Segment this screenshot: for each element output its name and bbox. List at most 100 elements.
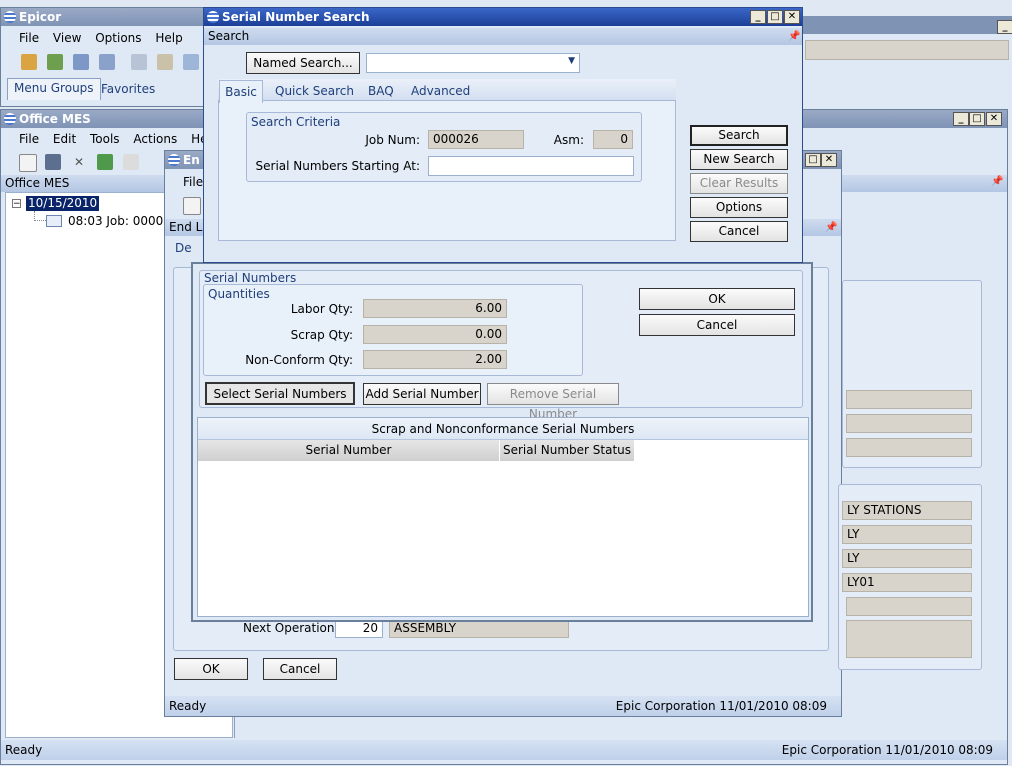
nonconform-qty-field: 2.00 [363,350,507,369]
office-mes-menu-edit[interactable]: Edit [53,132,76,146]
background-right-field [805,40,1009,60]
epicor-menu-options[interactable]: Options [95,31,141,45]
tree-node-date[interactable]: 10/15/2010 [26,196,100,211]
scrap-qty-label: Scrap Qty: [290,328,353,342]
export-icon[interactable] [47,54,63,70]
epicor-titlebar: Epicor [1,8,209,26]
office-mes-menu-tools[interactable]: Tools [90,132,120,146]
labor-qty-label: Labor Qty: [290,302,353,316]
tree-expand-icon[interactable]: − [12,199,21,209]
menu-groups-tab[interactable]: Menu Groups [7,78,101,100]
options-button[interactable]: Options [690,197,788,218]
end-labor-panel-title: End L [169,220,203,234]
right-field-empty [846,597,972,616]
epicor-window: Epicor File View Options Help Menu Group… [0,7,210,107]
new-search-button[interactable]: New Search [690,149,788,170]
office-mes-close-icon[interactable]: ✕ [986,112,1002,126]
end-labor-title: En [183,153,200,167]
end-labor-menu-file[interactable]: File [183,175,203,189]
card-icon[interactable] [73,54,89,70]
epicor-menubar: File View Options Help [1,28,209,48]
office-mes-right-field-b [846,414,972,433]
epicor-menu-file[interactable]: File [19,31,39,45]
serial-grid: Scrap and Nonconformance Serial Numbers … [197,417,809,617]
end-labor-maximize-icon[interactable]: □ [805,153,821,167]
search-pin-icon[interactable]: 📌 [788,28,800,45]
search-button[interactable]: Search [690,125,788,146]
column-header-serial-number-status[interactable]: Serial Number Status [500,440,634,461]
serial-start-input[interactable] [428,156,634,176]
end-labor-close-icon[interactable]: ✕ [821,153,837,167]
tab-advanced[interactable]: Advanced [411,80,470,102]
background-minimize-icon[interactable]: _ [997,20,1012,34]
office-mes-maximize-icon[interactable]: □ [969,112,985,126]
tree-connector [34,211,46,221]
search-criteria-title: Search Criteria [251,115,341,129]
epicor-menu-view[interactable]: View [53,31,81,45]
column-header-serial-number[interactable]: Serial Number [198,440,500,461]
office-mes-right-field-c [846,438,972,457]
serial-search-close-icon[interactable]: ✕ [784,10,800,24]
serial-start-label: Serial Numbers Starting At: [255,159,420,173]
named-search-select[interactable]: ▼ [366,53,580,73]
office-mes-panel-header: Office MES [1,175,171,192]
right-field-large [846,620,972,658]
copy-icon[interactable] [99,54,115,70]
office-mes-minimize-icon[interactable]: _ [953,112,969,126]
tab-quick-search[interactable]: Quick Search [275,80,354,102]
users-icon[interactable] [21,54,37,70]
serial-search-window: Serial Number Search _ □ ✕ Search 📌 Name… [203,7,803,263]
serial-ok-button[interactable]: OK [639,288,795,310]
serial-cancel-button[interactable]: Cancel [639,314,795,336]
end-labor-cancel-button[interactable]: Cancel [263,658,337,680]
right-field-ly-1: LY [842,525,972,544]
nonconform-qty-label: Non-Conform Qty: [245,353,353,367]
named-search-button[interactable]: Named Search... [246,52,360,74]
right-field-stations: LY STATIONS [842,501,972,520]
office-mes-status-right: Epic Corporation 11/01/2010 08:09 [781,743,993,757]
save-icon[interactable] [45,154,61,170]
serial-search-minimize-icon[interactable]: _ [750,10,766,24]
end-labor-detail-tab[interactable]: De [175,241,192,255]
delete-icon[interactable]: ✕ [71,154,87,170]
office-mes-status-left: Ready [5,743,43,757]
office-mes-pin-icon[interactable]: 📌 [991,176,1003,187]
epicor-logo-icon [4,11,16,23]
background-right-titlebar [801,16,1012,34]
end-labor-logo-icon [168,154,180,166]
end-labor-ok-button[interactable]: OK [174,658,248,680]
search-cancel-button[interactable]: Cancel [690,221,788,242]
serial-numbers-group-title: Serial Numbers [204,271,297,285]
tab-basic[interactable]: Basic [219,80,263,103]
job-num-label: Job Num: [365,133,420,147]
asm-label: Asm: [553,133,584,147]
office-mes-menu-file[interactable]: File [19,132,39,146]
quantities-group-title: Quantities [208,287,270,301]
tree-node-job[interactable]: 08:03 Job: 00002 [68,214,171,229]
search-icon[interactable] [157,54,173,70]
grid-icon[interactable] [183,54,199,70]
find-icon[interactable] [131,54,147,70]
search-panel-header: Search 📌 [204,28,802,45]
add-serial-number-button[interactable]: Add Serial Number [363,383,481,405]
refresh-icon[interactable] [97,154,113,170]
search-panel-title: Search [208,29,250,43]
new-icon[interactable] [19,154,37,172]
office-mes-right-field-a [846,390,972,409]
favorites-tab[interactable]: Favorites [101,80,155,98]
serial-search-maximize-icon[interactable]: □ [767,10,783,24]
serial-grid-title: Scrap and Nonconformance Serial Numbers [198,418,808,440]
end-labor-new-icon[interactable] [183,197,201,215]
epicor-menu-help[interactable]: Help [155,31,182,45]
select-serial-numbers-button[interactable]: Select Serial Numbers [205,382,355,405]
end-labor-statusbar: Ready Epic Corporation 11/01/2010 08:09 [165,696,841,716]
office-mes-menu-actions[interactable]: Actions [133,132,177,146]
clear-icon[interactable] [123,154,139,170]
epicor-toolbar [1,50,209,74]
end-labor-status-right: Epic Corporation 11/01/2010 08:09 [615,699,827,713]
remove-serial-number-button: Remove Serial Number [487,383,619,421]
tab-baq[interactable]: BAQ [368,80,394,102]
end-labor-pin-icon[interactable]: 📌 [825,219,837,236]
serial-numbers-window: Serial Numbers Quantities Labor Qty: 6.0… [191,262,813,622]
chevron-down-icon[interactable]: ▼ [568,56,575,66]
